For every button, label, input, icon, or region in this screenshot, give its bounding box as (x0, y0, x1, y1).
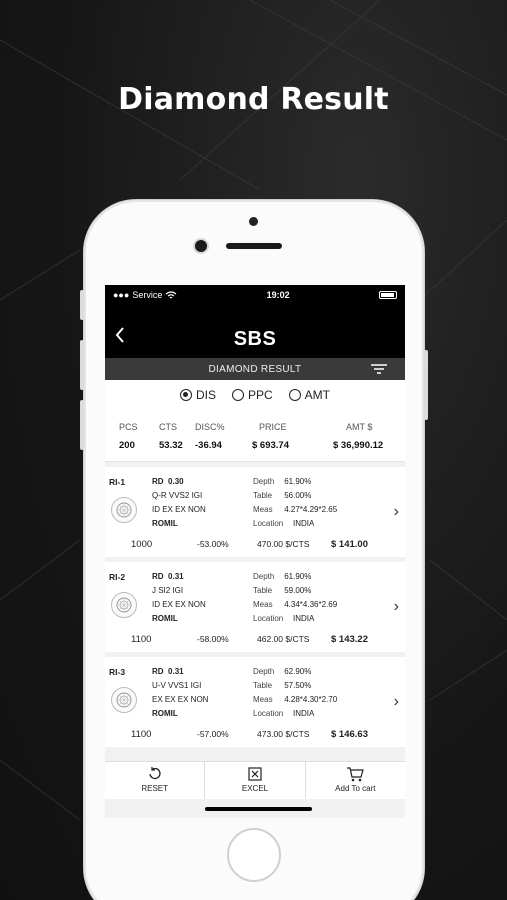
radio-ppc[interactable]: PPC (231, 388, 273, 402)
result-disc: -58.00% (197, 634, 229, 644)
promo-headline: Diamond Result (118, 82, 389, 117)
result-per-ct: 462.00 $/CTS (257, 634, 310, 644)
chevron-right-icon[interactable]: › (394, 598, 399, 616)
power-button (424, 350, 428, 420)
diamond-icon (111, 687, 137, 713)
sort-radio-group: DIS PPC AMT (105, 380, 405, 410)
reset-button[interactable]: RESET (105, 762, 206, 799)
summary-price: PRICE $ 693.74 (252, 422, 289, 451)
clock: 19:02 (266, 290, 290, 300)
rap-price: 1000 (131, 539, 153, 550)
result-per-ct: 470.00 $/CTS (257, 539, 310, 549)
summary-amt: AMT $ $ 36,990.12 (333, 422, 384, 451)
earpiece-speaker (226, 243, 282, 249)
result-id: RI-3 (109, 667, 126, 677)
diamond-icon (111, 497, 137, 523)
result-amount: $ 143.22 (331, 634, 368, 645)
radio-circle (288, 389, 301, 401)
filter-icon[interactable] (371, 364, 387, 374)
home-button[interactable] (227, 828, 281, 882)
result-disc: -53.00% (197, 539, 229, 549)
radio-dis[interactable]: DIS (179, 388, 216, 402)
rap-price: 1100 (131, 729, 152, 740)
home-indicator (205, 807, 312, 811)
page-subtitle-bar: DIAMOND RESULT (105, 358, 405, 380)
result-id: RI-1 (109, 477, 126, 487)
radio-amt[interactable]: AMT (288, 388, 330, 402)
app-screen: ●●● Service 19:02 SBS DIAMOND RESULT DIS (105, 285, 405, 818)
proximity-sensor (249, 217, 258, 226)
action-bar: RESET EXCEL Add To cart (105, 761, 405, 799)
app-title: SBS (233, 328, 277, 350)
result-per-ct: 473.00 $/CTS (257, 729, 310, 739)
chevron-right-icon[interactable]: › (394, 503, 399, 521)
battery-icon (378, 291, 397, 299)
result-card[interactable]: RI-2 RD 0.31 J SI2 IGI ID EX EX NON ROMI… (105, 562, 405, 652)
chevron-right-icon[interactable]: › (394, 693, 399, 711)
result-card[interactable]: RI-3 RD 0.31 U-V VVS1 IGI EX EX EX NON R… (105, 657, 405, 747)
reset-icon (149, 767, 161, 780)
app-header: ●●● Service 19:02 SBS (105, 285, 405, 358)
result-card[interactable]: RI-1 RD 0.30 Q-R VVS2 IGI ID EX EX NON R… (105, 467, 405, 557)
summary-cts: CTS 53.32 (159, 422, 183, 451)
wifi-icon (165, 290, 177, 298)
radio-circle (179, 389, 192, 401)
phone-frame: ●●● Service 19:02 SBS DIAMOND RESULT DIS (80, 200, 428, 900)
page-subtitle: DIAMOND RESULT (208, 363, 302, 375)
diamond-icon (111, 592, 137, 618)
result-disc: -57.00% (197, 729, 229, 739)
mute-switch (80, 290, 84, 320)
result-id: RI-2 (109, 572, 126, 582)
result-amount: $ 146.63 (331, 729, 368, 740)
status-bar: ●●● Service 19:02 (105, 285, 405, 305)
result-amount: $ 141.00 (331, 539, 368, 550)
rap-price: 1100 (131, 634, 152, 645)
excel-icon (248, 767, 262, 781)
excel-button[interactable]: EXCEL (205, 762, 306, 799)
cart-icon (347, 767, 365, 782)
summary-disc: DISC% -36.94 (195, 422, 225, 451)
front-camera (195, 240, 207, 252)
add-to-cart-button[interactable]: Add To cart (306, 762, 405, 799)
carrier-label: Service (132, 290, 163, 300)
volume-up-button (80, 340, 84, 390)
summary-pcs: PCS 200 (119, 422, 138, 451)
signal-icon: ●●● (113, 290, 130, 300)
radio-circle (231, 389, 244, 401)
volume-down-button (80, 400, 84, 450)
summary-panel: PCS 200 CTS 53.32 DISC% -36.94 PRICE $ 693.7… (105, 410, 405, 462)
